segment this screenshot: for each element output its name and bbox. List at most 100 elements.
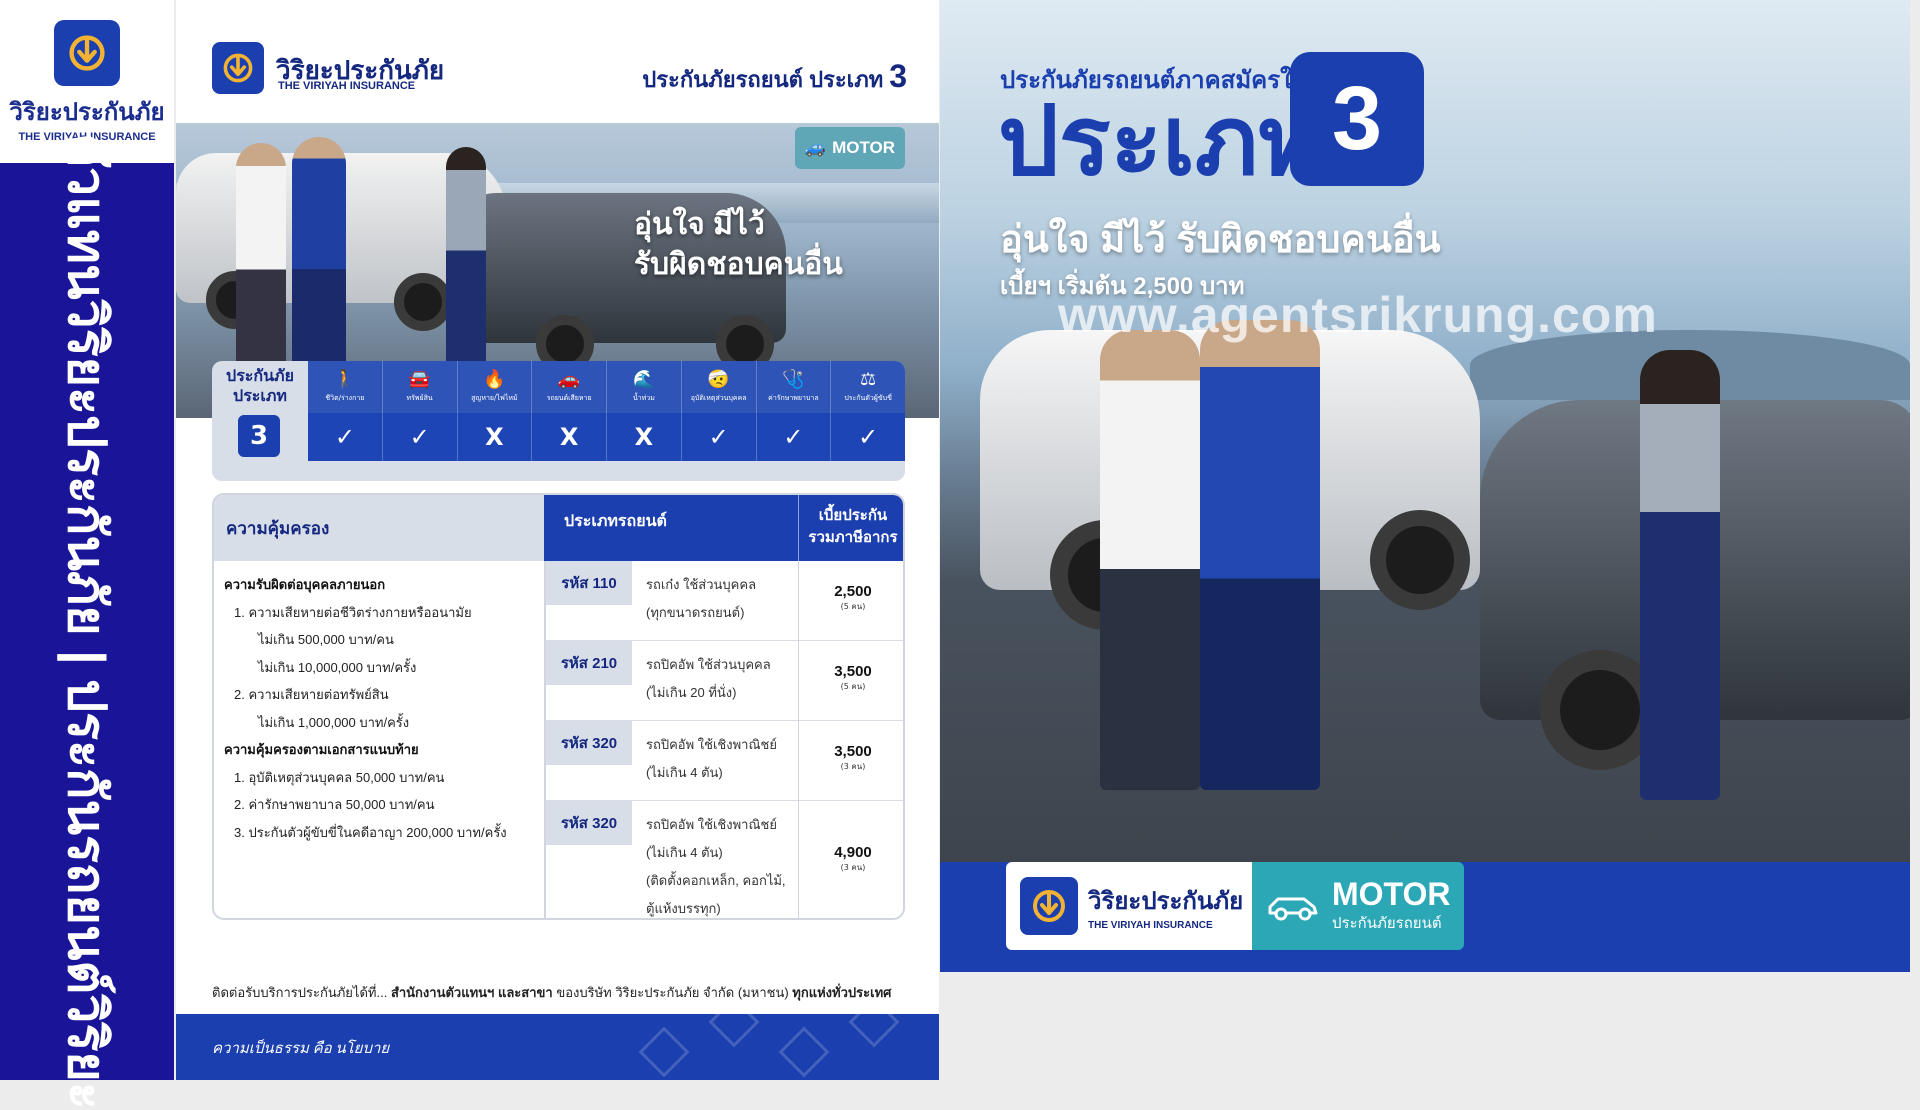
car-description-line: (ไม่เกิน 20 ที่นั่ง): [646, 685, 737, 700]
coverage-details: ความรับผิดต่อบุคคลภายนอก 1. ความเสียหายต่…: [224, 571, 544, 846]
coverage-line: ไม่เกิน 1,000,000 บาท/ครั้ง: [258, 714, 410, 730]
ad-motor-card: MOTOR ประกันภัยรถยนต์: [1252, 862, 1464, 950]
brochure-panel: วิริยะประกันภัย THE VIRIYAH INSURANCE ปร…: [176, 0, 939, 1080]
car-description-line: (ไม่เกิน 4 ตัน): [646, 845, 723, 860]
brochure-type-number: 3: [889, 58, 907, 94]
car-code: รหัส 320: [546, 721, 632, 765]
car-description: รถปิคอัพ ใช้ส่วนบุคคล (ไม่เกิน 20 ที่นั่ง…: [646, 651, 796, 707]
customer-figure: [236, 143, 286, 373]
table-row: รหัส 210 รถปิคอัพ ใช้ส่วนบุคคล (ไม่เกิน 20…: [546, 641, 903, 721]
brochure-slogan-line2: รับผิดชอบคนอื่น: [634, 248, 843, 281]
coverage-mark-cell: ✓: [383, 413, 458, 461]
car-description-line: รถปิคอัพ ใช้เชิงพาณิชย์: [646, 817, 777, 832]
check-icon: ✓: [783, 423, 804, 451]
coverage-mark-cell: ✓: [682, 413, 757, 461]
table-row: รหัส 110 รถเก๋ง ใช้ส่วนบุคคล (ทุกขนาดรถยนต…: [546, 561, 903, 641]
coverage-line: 3. ประกันตัวผู้ขับขี่ในคดีอาญา 200,000 บ…: [234, 824, 507, 840]
woman-figure: [446, 147, 486, 377]
medical-icon: 🩺: [782, 369, 805, 390]
bail-icon: ⚖: [860, 369, 877, 390]
car-description-line: (ติดตั้งคอกเหล็ก, คอกไม้,: [646, 873, 786, 888]
motor-badge-label: MOTOR: [832, 138, 896, 157]
ad-slogan: อุ่นใจ มีไว้ รับผิดชอบคนอื่น: [1000, 219, 1441, 261]
coverage-caption: สูญหาย/ไฟไหม้: [471, 394, 518, 402]
contact-prefix: ติดต่อรับบริการประกันภัยได้ที่...: [212, 985, 388, 1000]
accident-icon: 🤕: [707, 369, 730, 390]
pattern-diamond: [848, 1014, 900, 1048]
cross-icon: X: [634, 423, 654, 451]
coverage-line: ความรับผิดต่อบุคคลภายนอก: [224, 577, 386, 592]
car-description: รถปิคอัพ ใช้เชิงพาณิชย์ (ไม่เกิน 4 ตัน) (ต…: [646, 811, 796, 918]
premium-header-line2: รวมภาษีอากร: [808, 529, 898, 546]
coverage-mark-cell: ✓: [757, 413, 832, 461]
car-icon: [1268, 897, 1318, 921]
coverage-caption: ทรัพย์สิน: [406, 394, 433, 402]
ad-type-word: ประเภท: [998, 88, 1322, 195]
contact-nationwide: ทุกแห่งทั่วประเทศ: [792, 985, 892, 1000]
brochure-type-label: ประกันภัยรถยนต์ ประเภท: [642, 67, 884, 92]
car-description-line: (ไม่เกิน 4 ตัน): [646, 765, 723, 780]
coverage-table: ความคุ้มครอง ประเภทรถยนต์ เบี้ยประกัน รว…: [212, 493, 905, 920]
vertical-title-text: ตัวแทนวิริยะประกันภัย | ประกันรถยนต์วิริ…: [56, 133, 115, 1110]
coverage-line: 2. ความเสียหายต่อทรัพย์สิน: [234, 687, 389, 702]
agent-figure: [292, 137, 346, 377]
ad-motor-label: MOTOR: [1332, 876, 1451, 912]
agent-figure: [1200, 320, 1320, 790]
coverage-label-line2: ประเภท: [233, 388, 287, 405]
ad-watermark: www.agentsrikrung.com: [1058, 287, 1658, 343]
viriyah-logo-icon: [54, 20, 120, 86]
seat-count: (5 คน): [840, 602, 866, 611]
brochure-type-title: ประกันภัยรถยนต์ ประเภท 3: [642, 58, 907, 97]
coverage-marks-row: ✓ ✓ X X X ✓ ✓ ✓: [308, 413, 905, 461]
coverage-type-number: 3: [238, 415, 280, 457]
coverage-item-0: 🚶 ชีวิต/ร่างกาย: [308, 361, 383, 413]
table-row: รหัส 320 รถปิคอัพ ใช้เชิงพาณิชย์ (ไม่เกิน …: [546, 801, 903, 918]
coverage-label-line1: ประกันภัย: [226, 368, 294, 385]
premium-cell: 2,500 (5 คน): [798, 561, 903, 641]
coverage-item-3: 🚗 รถยนต์เสียหาย: [532, 361, 607, 413]
viriyah-logo-icon: [1020, 877, 1078, 935]
coverage-item-4: 🌊 น้ำท่วม: [607, 361, 682, 413]
premium-value: 3,500: [834, 743, 872, 760]
coverage-item-7: ⚖ ประกันตัวผู้ขับขี่: [831, 361, 905, 413]
coverage-mark-cell: X: [458, 413, 533, 461]
ad-logo-en: THE VIRIYAH INSURANCE: [1088, 920, 1213, 931]
brochure-logo-icon: [212, 42, 264, 94]
seat-count: (5 คน): [840, 682, 866, 691]
person-icon: 🚶: [333, 369, 357, 390]
contact-branches: สำนักงานตัวแทนฯ และสาขา: [390, 985, 553, 1000]
coverage-item-6: 🩺 ค่ารักษาพยาบาล: [757, 361, 832, 413]
table-row: รหัส 320 รถปิคอัพ ใช้เชิงพาณิชย์ (ไม่เกิน …: [546, 721, 903, 801]
cross-icon: X: [559, 423, 579, 451]
coverage-mark-cell: ✓: [308, 413, 383, 461]
pattern-diamond: [708, 1014, 760, 1048]
brochure-contact: ติดต่อรับบริการประกันภัยได้ที่... สำนักง…: [212, 982, 891, 1003]
car-code: รหัส 110: [546, 561, 632, 605]
brochure-header: วิริยะประกันภัย THE VIRIYAH INSURANCE ปร…: [176, 0, 939, 123]
coverage-caption: ชีวิต/ร่างกาย: [325, 394, 365, 402]
car-description-line: รถปิคอัพ ใช้ส่วนบุคคล: [646, 657, 771, 672]
coverage-mark-cell: ✓: [831, 413, 905, 461]
car-code: รหัส 210: [546, 641, 632, 685]
coverage-mark-cell: X: [607, 413, 682, 461]
coverage-caption: ค่ารักษาพยาบาล: [768, 394, 819, 402]
table-header-premium: เบี้ยประกัน รวมภาษีอากร: [798, 495, 903, 561]
car-icon: 🚙: [804, 138, 827, 157]
vertical-title: ตัวแทนวิริยะประกันภัย | ประกันรถยนต์วิริ…: [0, 133, 174, 1110]
car-description-line: ตู้แห้งบรรทุก): [646, 901, 721, 916]
car-description-line: รถปิคอัพ ใช้เชิงพาณิชย์: [646, 737, 777, 752]
coverage-caption: ประกันตัวผู้ขับขี่: [844, 394, 892, 402]
coverage-line: 1. อุบัติเหตุส่วนบุคคล 50,000 บาท/คน: [234, 769, 445, 785]
brochure-slogan-line1: อุ่นใจ มีไว้: [634, 208, 765, 241]
customer-figure: [1100, 330, 1200, 790]
cross-icon: X: [485, 423, 504, 451]
coverage-icons-row: 🚶 ชีวิต/ร่างกาย 🚘 ทรัพย์สิน 🔥 สูญหาย/ไฟไหม้ 🚗 ร…: [308, 361, 905, 413]
pattern-diamond: [638, 1026, 690, 1078]
table-header-coverage: ความคุ้มครอง: [214, 495, 544, 561]
wheel-icon: [1370, 510, 1470, 610]
ad-panel: ประกันภัยรถยนต์ภาคสมัครใจ ประเภท 3 อุ่นใ…: [940, 0, 1910, 972]
ad-logo-th: วิริยะประกันภัย: [1088, 888, 1244, 915]
footer-motto: ความเป็นธรรม คือ นโยบาย: [212, 1041, 390, 1057]
seat-count: (3 คน): [840, 862, 866, 872]
woman-figure: [1640, 350, 1720, 800]
